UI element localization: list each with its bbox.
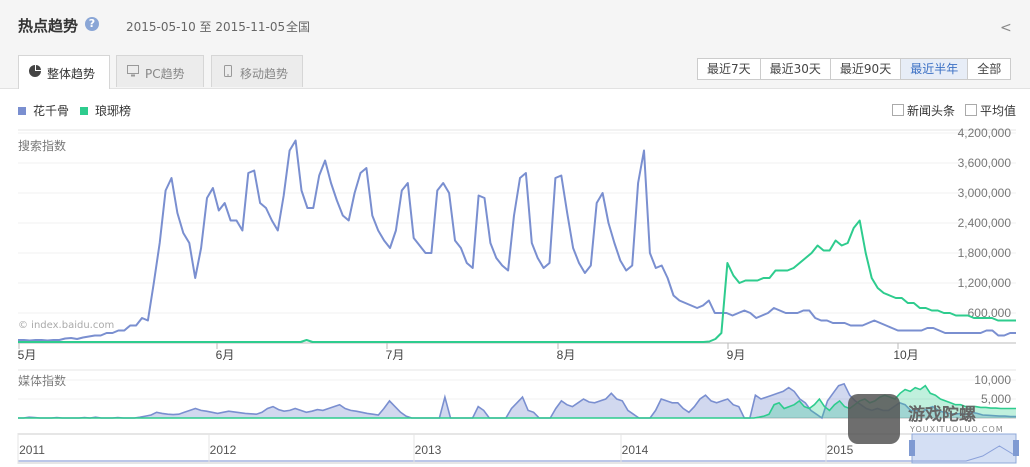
x-tick-label: 10月	[893, 348, 918, 362]
media-y-tick-label: 10,000	[974, 373, 1011, 387]
brand-watermark: 游戏陀螺 YOUXITUOLUO.COM	[848, 394, 1018, 444]
timeline-year-label: 2015	[827, 443, 854, 457]
timeline-year-label: 2014	[622, 443, 649, 457]
y-tick-label: 1,800,000	[958, 246, 1012, 260]
brand-logo	[848, 394, 900, 444]
y-tick-label: 2,400,000	[958, 216, 1012, 230]
x-tick-label: 8月	[557, 348, 576, 362]
timeline-year-label: 2013	[415, 443, 442, 457]
x-tick-label: 9月	[727, 348, 746, 362]
x-tick-label: 5月	[18, 348, 37, 362]
x-tick-label: 6月	[216, 348, 235, 362]
series-line-huaqiangu	[18, 139, 1016, 342]
brand-name: 游戏陀螺	[908, 405, 976, 425]
y-tick-label: 3,600,000	[958, 156, 1012, 170]
y-tick-label: 1,200,000	[958, 276, 1012, 290]
y-tick-label: 3,000,000	[958, 186, 1012, 200]
y-tick-label: 4,200,000	[958, 126, 1012, 140]
timeline-year-label: 2011	[19, 443, 45, 457]
brand-url: YOUXITUOLUO.COM	[910, 425, 1004, 434]
timeline-year-label: 2012	[210, 443, 237, 457]
x-tick-label: 7月	[386, 348, 405, 362]
